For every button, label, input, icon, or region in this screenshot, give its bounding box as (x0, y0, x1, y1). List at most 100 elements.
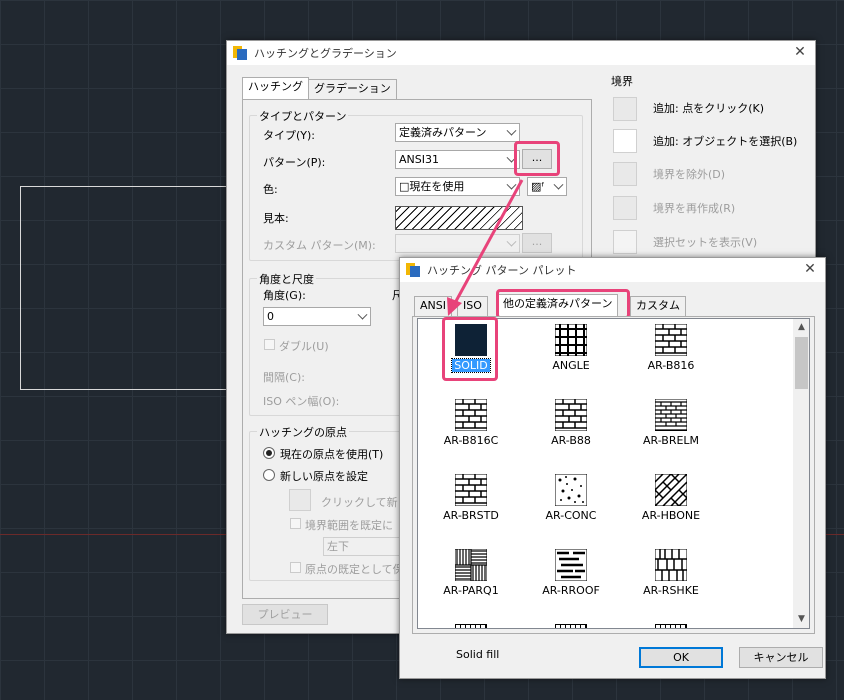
pattern-swatch-icon (554, 548, 588, 582)
custom-pattern-select[interactable] (395, 234, 520, 253)
type-pattern-legend: タイプとパターン (257, 108, 349, 124)
pattern-name: AR-BRELM (642, 434, 700, 447)
pattern-item-ar-conc[interactable]: AR-CONC (526, 473, 616, 544)
pattern-item-ar-rshke[interactable]: AR-RSHKE (626, 548, 716, 619)
tab-gradient[interactable]: グラデーション (308, 79, 397, 99)
close-icon[interactable]: ✕ (803, 262, 817, 276)
pattern-swatch[interactable] (395, 206, 523, 230)
remove-boundaries-button[interactable]: 境界を除外(D) (653, 166, 725, 182)
autocad-app-icon (406, 263, 420, 277)
pick-points-icon[interactable] (613, 97, 637, 121)
tab-custom[interactable]: カスタム (630, 296, 686, 316)
set-new-origin-radio[interactable] (263, 469, 275, 481)
double-label: ダブル(U) (279, 340, 329, 353)
pattern-name: AR-B816C (443, 434, 499, 447)
browse-highlight-box (514, 141, 560, 176)
pattern-swatch-icon (554, 398, 588, 432)
pattern-item-partial[interactable] (655, 624, 687, 628)
pattern-description: Solid fill (456, 648, 500, 661)
pick-origin-icon[interactable] (289, 489, 311, 511)
solid-highlight-box (442, 317, 498, 381)
pattern-item-ar-brelm[interactable]: AR-BRELM (626, 398, 716, 469)
scroll-thumb[interactable] (795, 337, 808, 389)
background-color-value: ▨ᶠ (531, 180, 545, 193)
pattern-swatch-icon (654, 548, 688, 582)
tab-ansi[interactable]: ANSI (414, 296, 452, 316)
pattern-name: AR-HBONE (641, 509, 701, 522)
ok-button[interactable]: OK (639, 647, 723, 668)
pattern-name: AR-CONC (545, 509, 597, 522)
origin-position-value: 左下 (327, 540, 349, 553)
pattern-item-ar-rroof[interactable]: AR-RROOF (526, 548, 616, 619)
color-select[interactable]: □現在を使用 (395, 177, 520, 196)
tab-hatch[interactable]: ハッチング (242, 77, 309, 99)
pattern-name: AR-B88 (551, 434, 591, 447)
pattern-item-angle[interactable]: ANGLE (526, 323, 616, 394)
hatch-pattern-palette-dialog: ハッチング パターン パレット ✕ ANSI ISO 他の定義済みパターン カス… (399, 257, 826, 679)
add-pick-points-button[interactable]: 追加: 点をクリック(K) (653, 100, 764, 116)
chevron-down-icon (506, 179, 517, 190)
tab-iso[interactable]: ISO (457, 296, 488, 316)
close-icon[interactable]: ✕ (793, 45, 807, 59)
background-color-select[interactable]: ▨ᶠ (527, 177, 567, 196)
chevron-down-icon (553, 179, 564, 190)
pattern-item-ar-b88[interactable]: AR-B88 (526, 398, 616, 469)
pattern-item-partial[interactable] (455, 624, 487, 628)
pattern-item-ar-b816[interactable]: AR-B816 (626, 323, 716, 394)
angle-scale-legend: 角度と尺度 (257, 271, 316, 287)
double-checkbox[interactable] (264, 339, 275, 350)
hatch-origin-legend: ハッチングの原点 (257, 424, 349, 440)
use-current-origin-radio[interactable] (263, 447, 275, 459)
preview-button[interactable]: プレビュー (242, 604, 328, 625)
custom-browse-button[interactable]: ... (522, 233, 552, 253)
pattern-swatch-icon (654, 398, 688, 432)
pattern-swatch-icon (554, 473, 588, 507)
pattern-name: AR-RROOF (542, 584, 600, 597)
remove-boundaries-icon[interactable] (613, 162, 637, 186)
pattern-swatch-icon (454, 548, 488, 582)
pattern-item-partial[interactable] (555, 624, 587, 628)
cancel-button[interactable]: キャンセル (739, 647, 823, 668)
chevron-down-icon (506, 236, 517, 247)
use-current-origin-label: 現在の原点を使用(T) (280, 448, 384, 461)
view-selection-button[interactable]: 選択セットを表示(V) (653, 234, 757, 250)
scroll-up-icon[interactable]: ▲ (793, 319, 809, 336)
select-objects-icon[interactable] (613, 129, 637, 153)
angle-select[interactable]: 0 (263, 307, 371, 326)
pattern-select-value: ANSI31 (399, 153, 439, 166)
pattern-item-ar-brstd[interactable]: AR-BRSTD (426, 473, 516, 544)
default-extent-label: 境界範囲を既定に (305, 519, 393, 532)
magnifier-icon[interactable] (613, 230, 637, 254)
drawn-rectangle[interactable] (20, 186, 232, 390)
pattern-select[interactable]: ANSI31 (395, 150, 520, 169)
pattern-swatch-icon (654, 473, 688, 507)
title-bar[interactable]: ハッチングとグラデーション ✕ (227, 41, 815, 65)
boundary-legend: 境界 (611, 75, 633, 88)
default-extent-checkbox[interactable] (290, 518, 301, 529)
iso-pen-width-label: ISO ペン幅(O): (263, 395, 340, 408)
store-default-origin-checkbox[interactable] (290, 562, 301, 573)
swatch-label: 見本: (263, 212, 289, 225)
pattern-name: AR-B816 (647, 359, 695, 372)
add-select-objects-button[interactable]: 追加: オブジェクトを選択(B) (653, 133, 797, 149)
type-select-value: 定義済みパターン (399, 126, 487, 139)
spacing-label: 間隔(C): (263, 371, 305, 384)
angle-value: 0 (267, 310, 274, 323)
pattern-item-ar-b816c[interactable]: AR-B816C (426, 398, 516, 469)
type-select[interactable]: 定義済みパターン (395, 123, 520, 142)
pattern-name: AR-PARQ1 (443, 584, 499, 597)
palette-title-bar[interactable]: ハッチング パターン パレット ✕ (400, 258, 825, 282)
color-label: 色: (263, 183, 278, 196)
angle-label: 角度(G): (263, 289, 306, 302)
recreate-boundary-icon[interactable] (613, 196, 637, 220)
vertical-scrollbar[interactable]: ▲ ▼ (793, 319, 809, 628)
pattern-item-ar-parq1[interactable]: AR-PARQ1 (426, 548, 516, 619)
origin-position-select[interactable]: 左下 (323, 537, 403, 556)
pattern-item-ar-hbone[interactable]: AR-HBONE (626, 473, 716, 544)
click-new-origin-label: クリックして新し (321, 496, 409, 509)
color-select-value: □現在を使用 (399, 180, 465, 193)
scroll-down-icon[interactable]: ▼ (793, 611, 809, 628)
set-new-origin-label: 新しい原点を設定 (280, 470, 368, 483)
recreate-boundary-button[interactable]: 境界を再作成(R) (653, 200, 735, 216)
pattern-swatch-icon (654, 323, 688, 357)
